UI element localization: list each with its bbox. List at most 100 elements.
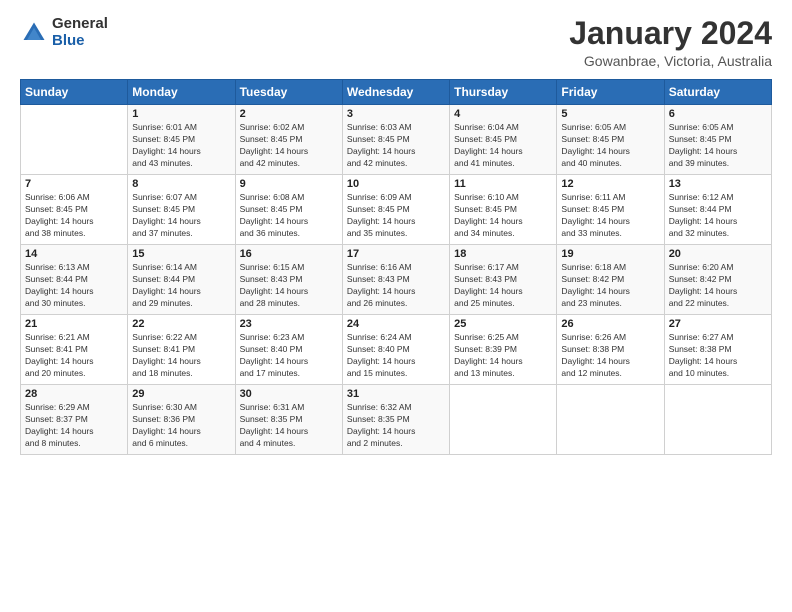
cell-w2-d6: 20Sunrise: 6:20 AM Sunset: 8:42 PM Dayli… (664, 245, 771, 315)
week-row-0: 1Sunrise: 6:01 AM Sunset: 8:45 PM Daylig… (21, 105, 772, 175)
week-row-3: 21 Sunrise: 6:21 AM Sunset: 8:41 PM Dayli… (21, 315, 772, 385)
day-number: 2 (240, 108, 338, 120)
cell-w4-d1: 29Sunrise: 6:30 AM Sunset: 8:36 PM Dayli… (128, 385, 235, 455)
week-row-1: 7 Sunrise: 6:06 AM Sunset: 8:45 PM Daylig… (21, 175, 772, 245)
logo-text: General Blue (52, 16, 108, 49)
week-row-2: 14Sunrise: 6:13 AM Sunset: 8:44 PM Dayli… (21, 245, 772, 315)
day-info: Sunrise: 6:03 AM Sunset: 8:45 PM Dayligh… (347, 122, 445, 170)
day-info: Sunrise: 6:26 AM Sunset: 8:38 PM Dayligh… (561, 332, 659, 380)
cell-w0-d2: 2 Sunrise: 6:02 AM Sunset: 8:45 PM Daylig… (235, 105, 342, 175)
day-number: 15 (132, 248, 230, 260)
day-info: Sunrise: 6:25 AM Sunset: 8:39 PM Dayligh… (454, 332, 552, 380)
cell-w1-d6: 13 Sunrise: 6:12 AM Sunset: 8:44 PM Dayli… (664, 175, 771, 245)
day-number: 11 (454, 178, 552, 190)
day-info: Sunrise: 6:18 AM Sunset: 8:42 PM Dayligh… (561, 262, 659, 310)
col-monday: Monday (128, 80, 235, 105)
col-friday: Friday (557, 80, 664, 105)
main-title: January 2024 (569, 16, 772, 51)
cell-w1-d5: 12 Sunrise: 6:11 AM Sunset: 8:45 PM Dayli… (557, 175, 664, 245)
cell-w4-d2: 30 Sunrise: 6:31 AM Sunset: 8:35 PM Dayli… (235, 385, 342, 455)
header-row: Sunday Monday Tuesday Wednesday Thursday… (21, 80, 772, 105)
day-info: Sunrise: 6:12 AM Sunset: 8:44 PM Dayligh… (669, 192, 767, 240)
logo-blue: Blue (52, 33, 108, 50)
day-info: Sunrise: 6:05 AM Sunset: 8:45 PM Dayligh… (561, 122, 659, 170)
day-info: Sunrise: 6:32 AM Sunset: 8:35 PM Dayligh… (347, 402, 445, 450)
header: General Blue January 2024 Gowanbrae, Vic… (20, 16, 772, 69)
day-number: 13 (669, 178, 767, 190)
cell-w0-d0 (21, 105, 128, 175)
cell-w2-d0: 14Sunrise: 6:13 AM Sunset: 8:44 PM Dayli… (21, 245, 128, 315)
day-number: 20 (669, 248, 767, 260)
day-number: 28 (25, 388, 123, 400)
cell-w2-d3: 17 Sunrise: 6:16 AM Sunset: 8:43 PM Dayli… (342, 245, 449, 315)
day-info: Sunrise: 6:16 AM Sunset: 8:43 PM Dayligh… (347, 262, 445, 310)
page: General Blue January 2024 Gowanbrae, Vic… (0, 0, 792, 612)
col-wednesday: Wednesday (342, 80, 449, 105)
cell-w1-d0: 7 Sunrise: 6:06 AM Sunset: 8:45 PM Daylig… (21, 175, 128, 245)
cell-w3-d4: 25 Sunrise: 6:25 AM Sunset: 8:39 PM Dayli… (450, 315, 557, 385)
cell-w3-d1: 22Sunrise: 6:22 AM Sunset: 8:41 PM Dayli… (128, 315, 235, 385)
day-info: Sunrise: 6:01 AM Sunset: 8:45 PM Dayligh… (132, 122, 230, 170)
day-number: 18 (454, 248, 552, 260)
cell-w2-d5: 19 Sunrise: 6:18 AM Sunset: 8:42 PM Dayli… (557, 245, 664, 315)
day-number: 12 (561, 178, 659, 190)
day-number: 10 (347, 178, 445, 190)
col-sunday: Sunday (21, 80, 128, 105)
cell-w3-d5: 26 Sunrise: 6:26 AM Sunset: 8:38 PM Dayli… (557, 315, 664, 385)
day-info: Sunrise: 6:04 AM Sunset: 8:45 PM Dayligh… (454, 122, 552, 170)
day-info: Sunrise: 6:07 AM Sunset: 8:45 PM Dayligh… (132, 192, 230, 240)
day-info: Sunrise: 6:15 AM Sunset: 8:43 PM Dayligh… (240, 262, 338, 310)
cell-w0-d4: 4Sunrise: 6:04 AM Sunset: 8:45 PM Daylig… (450, 105, 557, 175)
day-number: 30 (240, 388, 338, 400)
day-info: Sunrise: 6:14 AM Sunset: 8:44 PM Dayligh… (132, 262, 230, 310)
day-number: 26 (561, 318, 659, 330)
day-number: 6 (669, 108, 767, 120)
cell-w0-d1: 1Sunrise: 6:01 AM Sunset: 8:45 PM Daylig… (128, 105, 235, 175)
logo-general: General (52, 16, 108, 33)
day-info: Sunrise: 6:06 AM Sunset: 8:45 PM Dayligh… (25, 192, 123, 240)
cell-w2-d2: 16Sunrise: 6:15 AM Sunset: 8:43 PM Dayli… (235, 245, 342, 315)
day-number: 9 (240, 178, 338, 190)
cell-w3-d0: 21 Sunrise: 6:21 AM Sunset: 8:41 PM Dayli… (21, 315, 128, 385)
calendar-table: Sunday Monday Tuesday Wednesday Thursday… (20, 79, 772, 455)
title-block: January 2024 Gowanbrae, Victoria, Austra… (569, 16, 772, 69)
cell-w1-d1: 8Sunrise: 6:07 AM Sunset: 8:45 PM Daylig… (128, 175, 235, 245)
cell-w4-d6 (664, 385, 771, 455)
day-number: 5 (561, 108, 659, 120)
cell-w1-d4: 11 Sunrise: 6:10 AM Sunset: 8:45 PM Dayli… (450, 175, 557, 245)
day-info: Sunrise: 6:31 AM Sunset: 8:35 PM Dayligh… (240, 402, 338, 450)
day-info: Sunrise: 6:02 AM Sunset: 8:45 PM Dayligh… (240, 122, 338, 170)
col-thursday: Thursday (450, 80, 557, 105)
day-info: Sunrise: 6:11 AM Sunset: 8:45 PM Dayligh… (561, 192, 659, 240)
day-number: 14 (25, 248, 123, 260)
logo: General Blue (20, 16, 108, 49)
cell-w2-d4: 18Sunrise: 6:17 AM Sunset: 8:43 PM Dayli… (450, 245, 557, 315)
day-info: Sunrise: 6:30 AM Sunset: 8:36 PM Dayligh… (132, 402, 230, 450)
cell-w4-d0: 28 Sunrise: 6:29 AM Sunset: 8:37 PM Dayli… (21, 385, 128, 455)
day-number: 27 (669, 318, 767, 330)
day-number: 17 (347, 248, 445, 260)
day-info: Sunrise: 6:29 AM Sunset: 8:37 PM Dayligh… (25, 402, 123, 450)
day-info: Sunrise: 6:21 AM Sunset: 8:41 PM Dayligh… (25, 332, 123, 380)
day-number: 25 (454, 318, 552, 330)
day-number: 24 (347, 318, 445, 330)
day-number: 21 (25, 318, 123, 330)
cell-w1-d3: 10 Sunrise: 6:09 AM Sunset: 8:45 PM Dayli… (342, 175, 449, 245)
day-info: Sunrise: 6:27 AM Sunset: 8:38 PM Dayligh… (669, 332, 767, 380)
day-number: 23 (240, 318, 338, 330)
day-info: Sunrise: 6:24 AM Sunset: 8:40 PM Dayligh… (347, 332, 445, 380)
cell-w4-d4 (450, 385, 557, 455)
logo-icon (20, 19, 48, 47)
day-number: 7 (25, 178, 123, 190)
day-info: Sunrise: 6:05 AM Sunset: 8:45 PM Dayligh… (669, 122, 767, 170)
col-saturday: Saturday (664, 80, 771, 105)
day-info: Sunrise: 6:10 AM Sunset: 8:45 PM Dayligh… (454, 192, 552, 240)
cell-w4-d3: 31Sunrise: 6:32 AM Sunset: 8:35 PM Dayli… (342, 385, 449, 455)
cell-w3-d3: 24 Sunrise: 6:24 AM Sunset: 8:40 PM Dayli… (342, 315, 449, 385)
day-number: 19 (561, 248, 659, 260)
cell-w1-d2: 9 Sunrise: 6:08 AM Sunset: 8:45 PM Daylig… (235, 175, 342, 245)
day-number: 22 (132, 318, 230, 330)
day-info: Sunrise: 6:08 AM Sunset: 8:45 PM Dayligh… (240, 192, 338, 240)
cell-w3-d2: 23Sunrise: 6:23 AM Sunset: 8:40 PM Dayli… (235, 315, 342, 385)
day-info: Sunrise: 6:09 AM Sunset: 8:45 PM Dayligh… (347, 192, 445, 240)
